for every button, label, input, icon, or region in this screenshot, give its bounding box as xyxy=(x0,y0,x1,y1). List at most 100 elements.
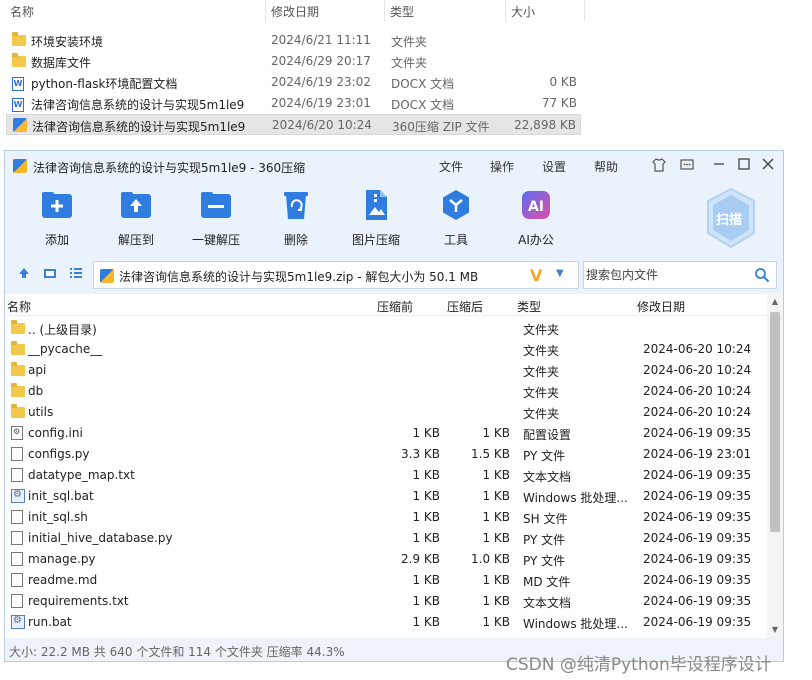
feedback-icon[interactable] xyxy=(678,157,696,175)
explorer-col-modified[interactable]: 修改日期 xyxy=(271,3,319,20)
archive-row[interactable]: requirements.txt 1 KB 1 KB 文本文档 2024-06-19 0… xyxy=(5,591,767,612)
archive-row-compressed: 1 KB xyxy=(412,468,440,482)
archive-row[interactable]: init_sql.bat 1 KB 1 KB Windows 批处理... 2024-0… xyxy=(5,486,767,507)
archive-row-name: run.bat xyxy=(28,615,72,629)
up-arrow-icon[interactable] xyxy=(15,266,33,284)
explorer-col-divider[interactable] xyxy=(584,0,585,22)
folder-icon xyxy=(12,53,26,68)
tools-icon xyxy=(440,189,472,221)
archive-row[interactable]: manage.py 2.9 KB 1.0 KB PY 文件 2024-06-19 09:… xyxy=(5,549,767,570)
archive-row-date: 2024-06-20 10:24 xyxy=(643,384,752,398)
col-type[interactable]: 类型 xyxy=(517,298,541,315)
menu-file[interactable]: 文件 xyxy=(439,158,463,175)
archive-row-date: 2024-06-19 09:35 xyxy=(643,573,752,587)
archive-row-date: 2024-06-19 09:35 xyxy=(643,489,752,503)
scroll-down-icon[interactable]: ▼ xyxy=(767,622,783,638)
folder-icon xyxy=(11,383,25,398)
thumbnail-view-icon[interactable] xyxy=(41,266,59,284)
explorer-col-name[interactable]: 名称 xyxy=(10,3,34,20)
explorer-row-date: 2024/6/19 23:02 xyxy=(271,75,371,89)
archive-row[interactable]: utils 文件夹 2024-06-20 10:24 xyxy=(5,402,767,423)
menu-operate[interactable]: 操作 xyxy=(490,158,514,175)
scan-button[interactable]: 扫描 xyxy=(705,187,757,249)
archive-row[interactable]: configs.py 3.3 KB 1.5 KB PY 文件 2024-06-19 23… xyxy=(5,444,767,465)
explorer-row[interactable]: 法律咨询信息系统的设计与实现5m1le9 2024/6/20 10:24 360压缩… xyxy=(6,114,581,135)
explorer-row[interactable]: Wpython-flask环境配置文档 2024/6/19 23:02 DOCX 文… xyxy=(6,72,581,93)
archive-row[interactable]: __pycache__ 文件夹 2024-06-20 10:24 xyxy=(5,339,767,360)
scroll-up-icon[interactable]: ▲ xyxy=(767,294,783,310)
archive-row-date: 2024-06-19 23:01 xyxy=(643,447,752,461)
bat-file-icon xyxy=(11,615,25,629)
bat-file-icon xyxy=(11,489,25,503)
explorer-row[interactable]: 环境安装环境 2024/6/21 11:11 文件夹 xyxy=(6,30,581,51)
title-bar[interactable]: 法律咨询信息系统的设计与实现5m1le9 - 360压缩 文件 操作 设置 帮助 xyxy=(5,151,783,181)
explorer-col-divider[interactable] xyxy=(384,0,385,22)
archive-row[interactable]: initial_hive_database.py 1 KB 1 KB PY 文件 202… xyxy=(5,528,767,549)
archive-row[interactable]: datatype_map.txt 1 KB 1 KB 文本文档 2024-06-19 0… xyxy=(5,465,767,486)
menu-help[interactable]: 帮助 xyxy=(594,158,618,175)
path-field[interactable]: 法律咨询信息系统的设计与实现5m1le9.zip - 解包大小为 50.1 MB… xyxy=(93,261,579,289)
explorer-row[interactable]: 数据库文件 2024/6/29 20:17 文件夹 xyxy=(6,51,581,72)
one-click-extract-button[interactable]: 一键解压 xyxy=(181,189,251,248)
scroll-thumb[interactable] xyxy=(770,312,780,532)
archive-row-compressed: 1 KB xyxy=(412,489,440,503)
tools-label: 工具 xyxy=(443,233,468,247)
explorer-col-divider[interactable] xyxy=(505,0,506,22)
col-original[interactable]: 压缩后 xyxy=(447,298,483,315)
archive-row[interactable]: .. (上级目录) 文件夹 xyxy=(5,318,767,339)
chevron-down-icon[interactable]: ▼ xyxy=(556,268,564,279)
archive-row-name: .. (上级目录) xyxy=(28,323,97,337)
file-icon xyxy=(11,447,25,461)
minimize-icon[interactable] xyxy=(710,157,728,175)
explorer-row[interactable]: W 法律咨询信息系统的设计与实现5m1le9 2024/6/19 23:01 DOCX… xyxy=(6,93,581,114)
archive-row[interactable]: api 文件夹 2024-06-20 10:24 xyxy=(5,360,767,381)
one-click-extract-icon xyxy=(200,189,232,221)
file-icon xyxy=(11,552,25,566)
extract-to-button[interactable]: 解压到 xyxy=(101,189,171,248)
add-label: 添加 xyxy=(44,233,69,247)
skin-icon[interactable] xyxy=(650,157,668,175)
explorer-col-type[interactable]: 类型 xyxy=(390,3,414,20)
explorer-header: 名称 修改日期 类型 大小 xyxy=(0,0,585,22)
archive-row-type: 文件夹 xyxy=(523,323,560,337)
archive-row[interactable]: db 文件夹 2024-06-20 10:24 xyxy=(5,381,767,402)
search-input[interactable] xyxy=(586,266,746,284)
image-compress-button[interactable]: 图片压缩 xyxy=(341,189,411,248)
explorer-col-divider[interactable] xyxy=(265,0,266,22)
delete-button[interactable]: 删除 xyxy=(261,189,331,248)
explorer-row-date: 2024/6/29 20:17 xyxy=(271,54,371,68)
explorer-row-type: 文件夹 xyxy=(391,35,428,49)
archive-row-type: PY 文件 xyxy=(523,554,566,568)
archive-row-name: init_sql.sh xyxy=(28,510,88,524)
recycle-icon xyxy=(280,189,312,221)
archive-row[interactable]: init_sql.sh 1 KB 1 KB SH 文件 2024-06-19 09:35 xyxy=(5,507,767,528)
col-name[interactable]: 名称 xyxy=(7,298,31,315)
tools-button[interactable]: 工具 xyxy=(421,189,491,248)
archive-row[interactable]: run.bat 1 KB 1 KB Windows 批处理... 2024-06-19 … xyxy=(5,612,767,633)
ai-office-button[interactable]: AI AI办公 xyxy=(501,189,571,248)
archive-row-date: 2024-06-19 09:35 xyxy=(643,594,752,608)
archive-row-type: MD 文件 xyxy=(523,575,571,589)
archive-row[interactable]: config.ini 1 KB 1 KB 配置设置 2024-06-19 09:35 xyxy=(5,423,767,444)
archive-row-date: 2024-06-20 10:24 xyxy=(643,342,752,356)
v-logo-icon[interactable]: V xyxy=(530,266,542,285)
archive-row-date: 2024-06-20 10:24 xyxy=(643,405,752,419)
menu-settings[interactable]: 设置 xyxy=(542,158,566,175)
close-icon[interactable] xyxy=(759,157,777,175)
explorer-col-size[interactable]: 大小 xyxy=(511,3,535,20)
col-compressed[interactable]: 压缩前 xyxy=(377,298,413,315)
explorer-row-type: 360压缩 ZIP 文件 xyxy=(392,120,490,134)
search-icon[interactable] xyxy=(754,267,770,283)
maximize-icon[interactable] xyxy=(735,157,753,175)
archive-row-original: 1 KB xyxy=(482,426,510,440)
list-view-icon[interactable] xyxy=(67,266,85,284)
archive-row-type: PY 文件 xyxy=(523,533,566,547)
extract-to-icon xyxy=(120,189,152,221)
archive-row-compressed: 1 KB xyxy=(412,426,440,440)
folder-icon xyxy=(11,341,25,356)
col-modified[interactable]: 修改日期 xyxy=(637,298,685,315)
explorer-row-name: python-flask环境配置文档 xyxy=(31,77,178,91)
archive-row[interactable]: readme.md 1 KB 1 KB MD 文件 2024-06-19 09:35 xyxy=(5,570,767,591)
vertical-scrollbar[interactable]: ▲ ▼ xyxy=(767,294,783,638)
add-button[interactable]: 添加 xyxy=(22,189,92,248)
